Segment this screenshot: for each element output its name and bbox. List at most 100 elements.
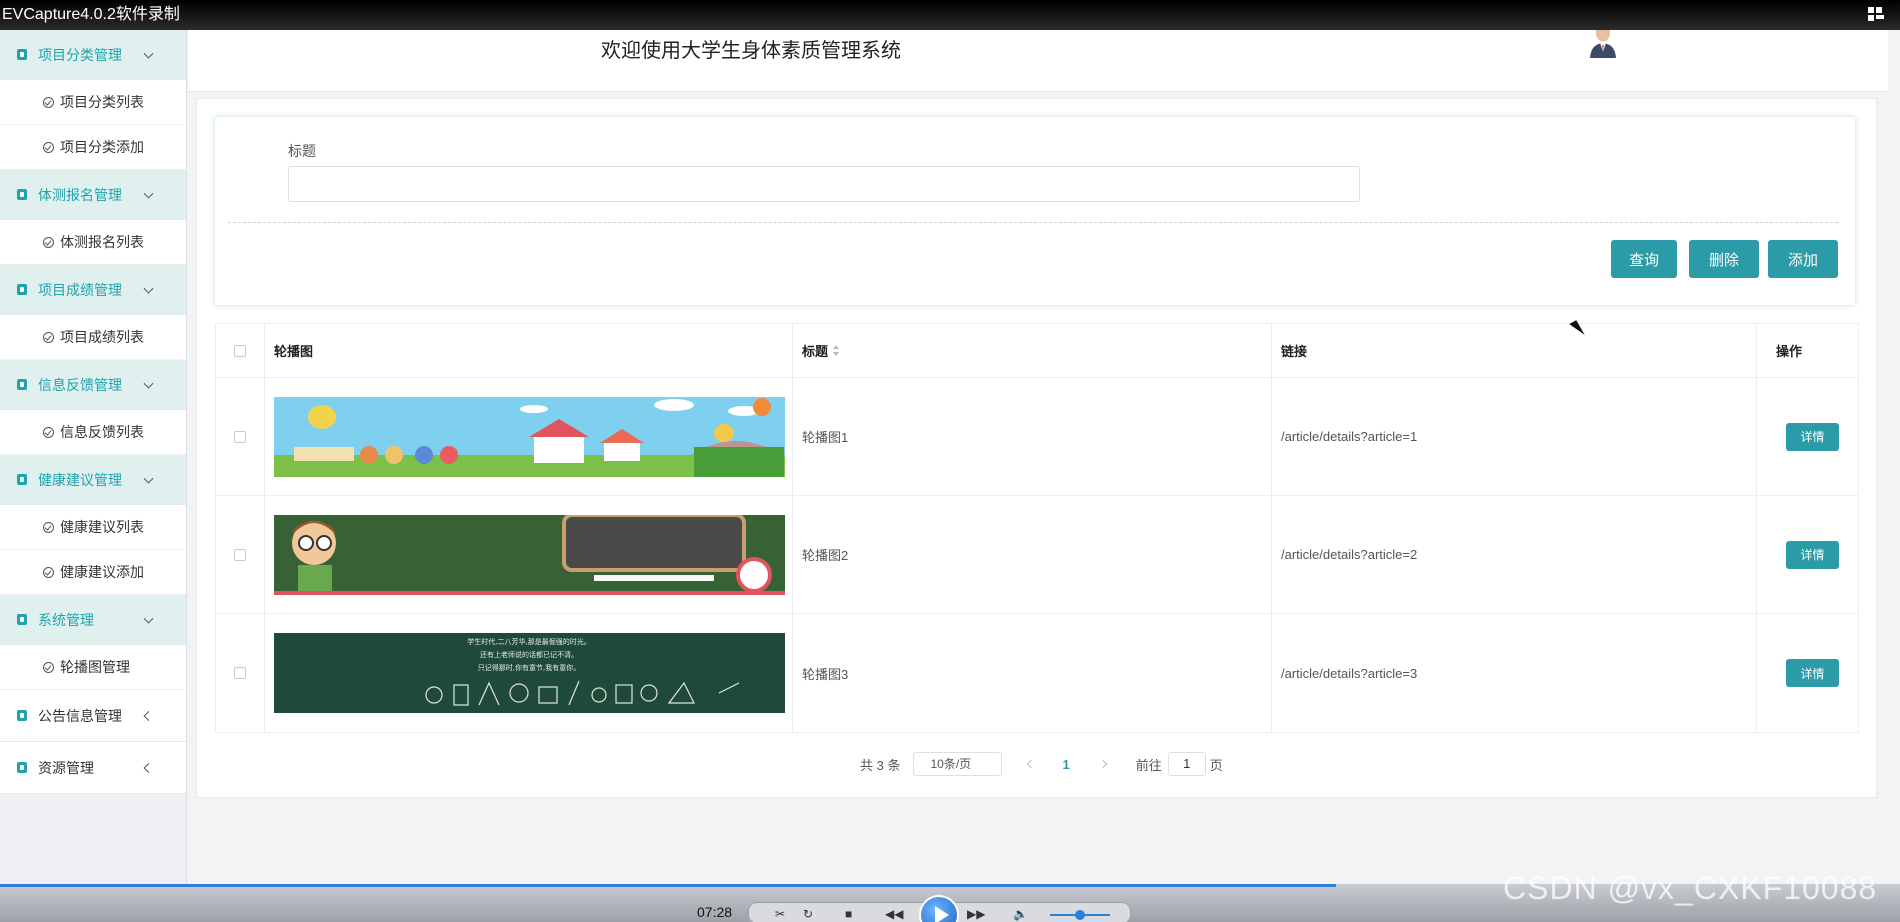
delete-button[interactable]: 删除 bbox=[1689, 240, 1759, 278]
sidebar-group-label: 资源管理 bbox=[38, 759, 94, 776]
sidebar-item-carousel-management[interactable]: 轮播图管理 bbox=[0, 645, 186, 690]
sidebar-group-scores[interactable]: 项目成绩管理 bbox=[0, 265, 186, 315]
sidebar-group-feedback[interactable]: 信息反馈管理 bbox=[0, 360, 186, 410]
title-search-input[interactable] bbox=[288, 166, 1360, 202]
stop-icon[interactable]: ■ bbox=[845, 907, 852, 921]
sidebar-item-label: 体测报名列表 bbox=[60, 234, 144, 250]
sidebar-item-scores-list[interactable]: 项目成绩列表 bbox=[0, 315, 186, 360]
sidebar-item-health-advice-list[interactable]: 健康建议列表 bbox=[0, 505, 186, 550]
main-panel: 标题 查询 删除 添加 轮播图 标题 链接 操作 轮播图1 /article/d… bbox=[196, 98, 1877, 798]
table-row: 轮播图2 /article/details?article=2 详情 bbox=[216, 496, 1858, 614]
chevron-down-icon bbox=[143, 188, 154, 199]
sidebar-item-label: 健康建议添加 bbox=[60, 564, 144, 580]
playback-time: 07:28 bbox=[697, 904, 733, 920]
chevron-down-icon bbox=[143, 283, 154, 294]
row-title: 轮播图2 bbox=[802, 548, 849, 563]
sort-icon[interactable] bbox=[833, 344, 840, 357]
document-icon bbox=[17, 284, 27, 295]
banner-text-line-2: 还有上老师说的话都已记不清。 bbox=[480, 650, 578, 659]
sidebar-group-resources[interactable]: 资源管理 bbox=[0, 742, 186, 794]
chevron-right-icon[interactable] bbox=[1098, 759, 1107, 769]
carousel-table: 轮播图 标题 链接 操作 轮播图1 /article/details?artic… bbox=[215, 323, 1859, 733]
sidebar-group-label: 系统管理 bbox=[38, 611, 94, 628]
playback-progress[interactable] bbox=[0, 884, 1336, 887]
sidebar-item-registration-list[interactable]: 体测报名列表 bbox=[0, 220, 186, 265]
pagination-total: 共 3 条 bbox=[860, 757, 901, 773]
query-button[interactable]: 查询 bbox=[1611, 240, 1677, 278]
sidebar-group-label: 项目分类管理 bbox=[38, 46, 122, 63]
check-circle-icon bbox=[43, 661, 54, 673]
document-icon bbox=[17, 189, 27, 200]
page-title: 欢迎使用大学生身体素质管理系统 bbox=[601, 40, 901, 62]
check-circle-icon bbox=[43, 96, 54, 108]
row-title: 轮播图3 bbox=[802, 666, 849, 682]
refresh-icon[interactable]: ↻ bbox=[803, 907, 813, 921]
sidebar-group-label: 健康建议管理 bbox=[38, 471, 122, 488]
pagination: 共 3 条 10条/页 1 前往 1 页 bbox=[860, 751, 1223, 777]
sidebar-item-project-category-add[interactable]: 项目分类添加 bbox=[0, 125, 186, 170]
row-checkbox[interactable] bbox=[234, 548, 246, 561]
document-icon bbox=[17, 710, 27, 721]
document-icon bbox=[17, 49, 27, 60]
recorder-title-bar: EVCapture4.0.2软件录制 bbox=[0, 0, 1900, 30]
layout-grid-icon[interactable] bbox=[1868, 7, 1884, 23]
sidebar-group-label: 公告信息管理 bbox=[38, 707, 122, 724]
check-circle-icon bbox=[43, 236, 54, 248]
chevron-down-icon bbox=[143, 378, 154, 389]
title-field-label: 标题 bbox=[288, 143, 316, 159]
row-checkbox[interactable] bbox=[234, 430, 246, 443]
volume-knob[interactable] bbox=[1075, 910, 1085, 920]
sidebar-item-label: 轮播图管理 bbox=[60, 659, 130, 675]
sidebar-group-project-category[interactable]: 项目分类管理 bbox=[0, 30, 186, 80]
details-button[interactable]: 详情 bbox=[1786, 659, 1839, 687]
column-header-operation: 操作 bbox=[1776, 344, 1803, 359]
sidebar-item-label: 项目分类列表 bbox=[60, 94, 144, 110]
check-circle-icon bbox=[43, 521, 54, 533]
details-button[interactable]: 详情 bbox=[1786, 540, 1839, 569]
current-page[interactable]: 1 bbox=[1062, 757, 1069, 772]
add-button[interactable]: 添加 bbox=[1768, 240, 1838, 278]
chevron-down-icon bbox=[143, 473, 154, 484]
sidebar-group-health-advice[interactable]: 健康建议管理 bbox=[0, 455, 186, 505]
sidebar-item-label: 信息反馈列表 bbox=[60, 424, 144, 440]
check-circle-icon bbox=[43, 141, 54, 153]
chevron-down-icon bbox=[143, 613, 154, 624]
sidebar-item-label: 项目成绩列表 bbox=[60, 329, 144, 345]
table-row: 学生时代,二八芳华,那是最倔强的时光。 还有上老师说的话都已记不清。 只记得那时… bbox=[216, 614, 1858, 732]
check-circle-icon bbox=[43, 566, 54, 578]
scissors-icon[interactable]: ✂ bbox=[775, 907, 785, 921]
play-button[interactable] bbox=[919, 895, 959, 922]
fast-forward-icon[interactable]: ▶▶ bbox=[967, 907, 985, 921]
sidebar-group-announcements[interactable]: 公告信息管理 bbox=[0, 690, 186, 742]
row-checkbox[interactable] bbox=[234, 667, 246, 679]
sidebar-item-feedback-list[interactable]: 信息反馈列表 bbox=[0, 410, 186, 455]
sidebar-menu: 项目分类管理 项目分类列表 项目分类添加 体测报名管理 体测报名列表 项目成绩管… bbox=[0, 30, 186, 794]
carousel-image-3: 学生时代,二八芳华,那是最倔强的时光。 还有上老师说的话都已记不清。 只记得那时… bbox=[274, 633, 785, 713]
sidebar-group-label: 体测报名管理 bbox=[38, 186, 122, 203]
sidebar-group-system[interactable]: 系统管理 bbox=[0, 595, 186, 645]
check-circle-icon bbox=[43, 331, 54, 343]
goto-page-input[interactable]: 1 bbox=[1167, 752, 1206, 776]
details-button[interactable]: 详情 bbox=[1786, 422, 1839, 451]
goto-label: 前往 bbox=[1135, 757, 1162, 773]
page-size-select[interactable]: 10条/页 bbox=[913, 752, 1003, 776]
row-link: /article/details?article=1 bbox=[1281, 429, 1418, 444]
chevron-left-icon[interactable] bbox=[1027, 759, 1036, 769]
sidebar-item-label: 健康建议列表 bbox=[60, 519, 144, 535]
table-header-row: 轮播图 标题 链接 操作 bbox=[216, 324, 1858, 378]
rewind-icon[interactable]: ◀◀ bbox=[885, 907, 903, 921]
sidebar-group-label: 信息反馈管理 bbox=[38, 376, 122, 393]
sidebar-item-health-advice-add[interactable]: 健康建议添加 bbox=[0, 550, 186, 595]
divider bbox=[228, 222, 1838, 223]
select-all-checkbox[interactable] bbox=[234, 344, 246, 357]
sidebar-item-project-category-list[interactable]: 项目分类列表 bbox=[0, 80, 186, 125]
sidebar-group-registration[interactable]: 体测报名管理 bbox=[0, 170, 186, 220]
chevron-left-icon bbox=[143, 710, 154, 721]
sidebar-group-label: 项目成绩管理 bbox=[38, 281, 122, 298]
row-link: /article/details?article=2 bbox=[1281, 547, 1418, 562]
column-header-title[interactable]: 标题 bbox=[802, 341, 828, 360]
watermark: CSDN @vx_CXKF10088 bbox=[1503, 870, 1878, 906]
volume-icon[interactable]: 🔈 bbox=[1013, 907, 1028, 921]
search-form: 标题 查询 删除 添加 bbox=[215, 117, 1855, 305]
carousel-image-2 bbox=[274, 514, 785, 595]
